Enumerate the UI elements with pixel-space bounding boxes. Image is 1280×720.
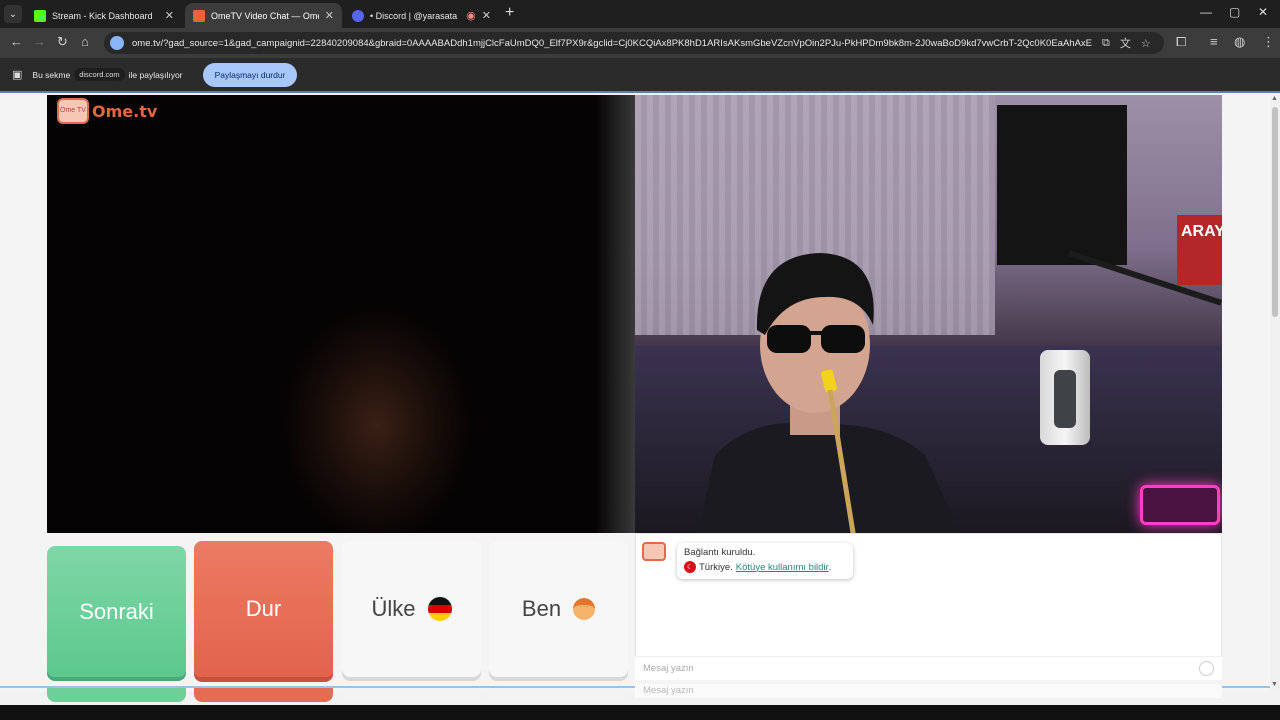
reload-icon[interactable]: ↻ <box>57 34 68 50</box>
new-tab-button[interactable]: + <box>505 4 514 22</box>
site-info-icon[interactable] <box>110 36 124 50</box>
stop-label: Dur <box>245 596 282 621</box>
country-label: Ülke <box>371 596 416 621</box>
local-video: ARAY <box>635 95 1222 533</box>
screen-share-icon: ▣ <box>12 69 23 81</box>
microphone <box>1040 350 1090 445</box>
tab-sharing-bar: ▣ Bu sekme discord.com ile paylaşılıyor <box>0 58 1280 93</box>
close-icon[interactable]: ✕ <box>482 9 491 22</box>
url-text[interactable]: ome.tv/?gad_source=1&gad_campaignid=2284… <box>132 38 1092 49</box>
person-figure <box>697 253 960 533</box>
bookmark-star-icon[interactable]: ☆ <box>1141 37 1151 50</box>
report-abuse-link[interactable]: Kötüye kullanımı bildir <box>736 562 829 573</box>
ometv-icon <box>193 9 205 22</box>
brand-text: Ome.tv <box>92 101 158 121</box>
boy-face-icon <box>573 598 596 620</box>
menu-icon[interactable]: ⋮ <box>1262 34 1275 50</box>
extensions-icon[interactable]: ⧠ <box>1176 34 1186 50</box>
me-button[interactable]: Ben <box>489 541 628 677</box>
recording-icon: ◉ <box>466 10 476 22</box>
close-window-icon[interactable]: ✕ <box>1258 5 1268 19</box>
wall-poster <box>997 105 1127 265</box>
share-prefix: Bu sekme <box>32 69 71 80</box>
me-label: Ben <box>521 596 562 621</box>
stop-button[interactable]: Dur <box>194 541 333 677</box>
tv-logo-icon: Ome TV <box>57 98 89 124</box>
profile-icon[interactable]: ◍ <box>1234 34 1245 50</box>
page-scrollbar[interactable]: ▲ ▼ <box>1270 95 1280 692</box>
tab-discord[interactable]: • Discord | @yarasata ◉ ✕ <box>344 3 499 28</box>
tab-ometv[interactable]: OmeTV Video Chat — Ome ✕ <box>185 3 342 28</box>
connection-status: Bağlantı kuruldu. <box>684 547 756 558</box>
stop-button-echo <box>194 688 333 702</box>
partner-country: Türkiye. <box>699 561 733 573</box>
turkey-flag-icon: ☾ <box>684 561 696 573</box>
chat-tv-icon <box>642 542 666 561</box>
share-suffix: ile paylaşılıyor <box>128 69 183 80</box>
forward-icon[interactable]: → <box>33 34 46 49</box>
next-button-echo <box>47 688 186 702</box>
install-icon[interactable]: ⧉ <box>1102 37 1110 50</box>
kick-icon <box>34 9 46 22</box>
message-input-echo: Mesaj yazın <box>635 684 1222 698</box>
stop-sharing-button[interactable]: Paylaşmayı durdur <box>203 63 297 87</box>
scroll-down-icon[interactable]: ▼ <box>1271 681 1278 688</box>
tab-kick[interactable]: Stream - Kick Dashboard ✕ <box>26 3 182 28</box>
message-input[interactable]: Mesaj yazın <box>635 656 1222 680</box>
ometv-logo[interactable]: Ome TV Ome.tv <box>57 98 157 124</box>
remote-video <box>47 95 635 533</box>
address-bar[interactable]: ome.tv/?gad_source=1&gad_campaignid=2284… <box>104 32 1164 54</box>
translate-icon[interactable]: 文 <box>1120 35 1131 51</box>
emoji-icon[interactable] <box>1199 661 1214 676</box>
country-button-echo <box>342 688 481 702</box>
next-button[interactable]: Sonraki <box>47 546 186 677</box>
tab-title: Stream - Kick Dashboard <box>52 10 153 21</box>
country-button[interactable]: Ülke <box>342 541 481 677</box>
wall-sign: ARAY <box>1177 215 1222 285</box>
tab-search-icon[interactable]: ⌄ <box>4 5 22 23</box>
neon-light <box>1140 485 1220 525</box>
message-placeholder-echo: Mesaj yazın <box>643 685 694 696</box>
share-domain: discord.com <box>74 68 125 81</box>
germany-flag-icon <box>427 597 452 621</box>
system-message: Bağlantı kuruldu. ☾ Türkiye. Kötüye kull… <box>677 543 853 579</box>
scroll-thumb[interactable] <box>1272 107 1278 317</box>
close-icon[interactable]: ✕ <box>165 9 174 22</box>
scroll-up-icon[interactable]: ▲ <box>1271 95 1278 102</box>
maximize-icon[interactable]: ▢ <box>1229 5 1240 19</box>
tab-title: • Discord | @yarasata <box>370 10 458 21</box>
media-icon[interactable]: ≡ <box>1210 34 1218 49</box>
os-taskbar <box>0 705 1280 720</box>
next-label: Sonraki <box>79 598 154 624</box>
me-button-echo <box>489 688 628 702</box>
close-icon[interactable]: ✕ <box>325 9 334 22</box>
tab-title: OmeTV Video Chat — Ome <box>211 10 319 21</box>
home-icon[interactable]: ⌂ <box>81 34 89 49</box>
back-icon[interactable]: ← <box>10 34 23 49</box>
minimize-icon[interactable]: — <box>1200 5 1212 19</box>
discord-icon <box>352 9 364 22</box>
message-placeholder: Mesaj yazın <box>643 663 694 674</box>
